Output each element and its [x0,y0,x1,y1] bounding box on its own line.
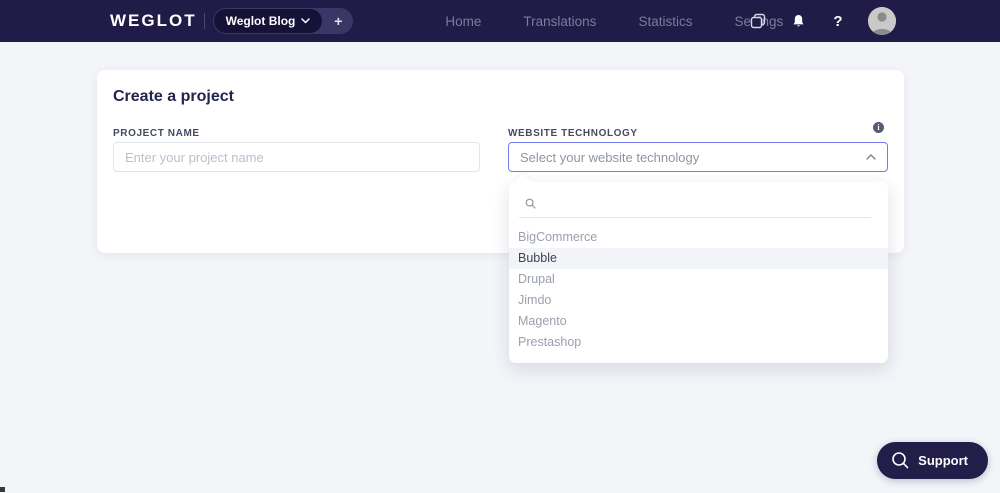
technology-option-list: BigCommerce Bubble Drupal Jimdo Magento … [509,227,888,353]
project-selector-current[interactable]: Weglot Blog [212,8,324,34]
chevron-down-icon [301,18,311,24]
support-button-label: Support [918,453,968,468]
logo-divider [203,13,205,29]
project-selector-label: Weglot Blog [225,14,296,28]
user-avatar[interactable] [868,7,896,35]
info-icon[interactable]: i [873,122,884,133]
weglot-logo: WEGLOT [110,11,197,30]
bell-icon [793,14,803,26]
question-mark-icon: ? [833,12,843,30]
option-bubble[interactable]: Bubble [509,248,888,269]
person-silhouette-icon [868,7,896,35]
support-button[interactable]: Support [877,442,988,479]
search-icon [525,198,536,209]
option-magento[interactable]: Magento [509,311,888,332]
nav-right-icons: ? [748,0,896,42]
technology-dropdown: BigCommerce Bubble Drupal Jimdo Magento … [509,173,888,363]
option-jimdo[interactable]: Jimdo [509,290,888,311]
nav-links: Home Translations Statistics Settings [445,14,783,29]
corner-artifact [0,487,5,492]
option-bigcommerce[interactable]: BigCommerce [509,227,888,248]
project-name-label: PROJECT NAME [113,128,200,139]
nav-link-statistics[interactable]: Statistics [638,14,692,29]
project-name-input[interactable] [113,142,480,172]
page-title: Create a project [113,88,234,105]
project-selector[interactable]: Weglot Blog + [212,8,354,34]
top-navbar: WEGLOT Weglot Blog + Home Translations S… [0,0,1000,42]
nav-link-home[interactable]: Home [445,14,481,29]
notifications-button[interactable] [788,11,808,31]
select-placeholder: Select your website technology [520,149,700,165]
add-project-button[interactable]: + [323,8,353,34]
search-help-icon [892,452,909,469]
chevron-up-icon [866,154,876,160]
projects-grid-icon[interactable] [748,11,768,31]
help-button[interactable]: ? [828,11,848,31]
option-drupal[interactable]: Drupal [509,269,888,290]
dropdown-search-input[interactable] [542,196,871,211]
website-technology-select[interactable]: Select your website technology [508,142,888,172]
copy-squares-icon [750,13,766,29]
nav-link-translations[interactable]: Translations [523,14,596,29]
option-prestashop[interactable]: Prestashop [509,332,888,353]
dropdown-search-row [519,190,871,218]
website-technology-label: WEBSITE TECHNOLOGY [508,128,638,139]
